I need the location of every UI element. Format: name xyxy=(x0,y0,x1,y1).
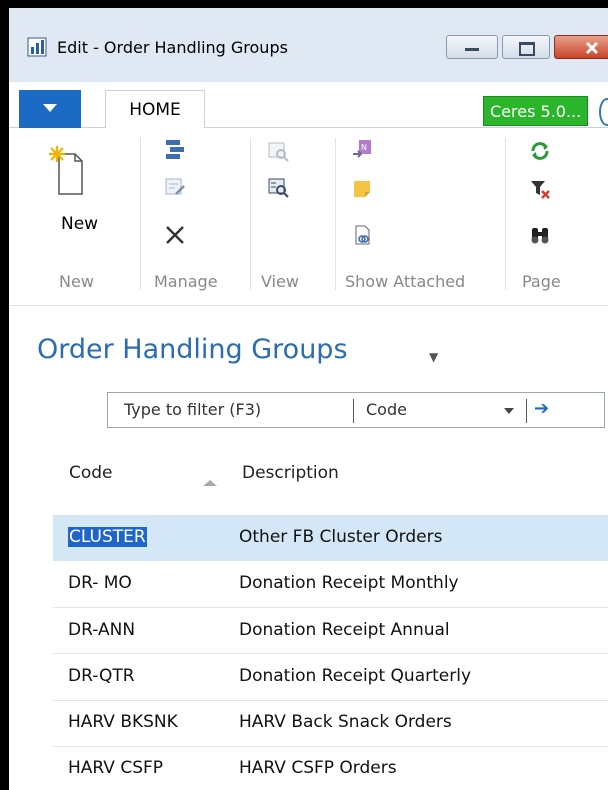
edit-icon[interactable] xyxy=(164,176,186,198)
cell-code[interactable]: DR- MO xyxy=(68,573,132,593)
links-icon[interactable] xyxy=(351,224,373,246)
group-label-manage: Manage xyxy=(154,272,218,291)
table-row[interactable]: CLUSTER Other FB Cluster Orders xyxy=(53,515,608,561)
arrow-right-icon[interactable]: ➔ xyxy=(534,398,549,419)
cell-description[interactable]: Donation Receipt Annual xyxy=(239,620,450,640)
new-button-label[interactable]: New xyxy=(61,214,98,234)
cell-description[interactable]: HARV Back Snack Orders xyxy=(239,712,452,732)
app-icon xyxy=(27,37,47,57)
cell-code[interactable]: HARV BKSNK xyxy=(68,712,178,732)
column-header-description[interactable]: Description xyxy=(242,463,339,483)
window-title: Edit - Order Handling Groups xyxy=(57,38,288,57)
delete-icon[interactable] xyxy=(164,224,186,246)
tab-home[interactable]: HOME xyxy=(105,90,205,128)
chevron-down-icon[interactable]: ▼ xyxy=(429,350,438,364)
column-header-code[interactable]: Code xyxy=(69,463,113,483)
new-document-icon[interactable] xyxy=(49,144,85,196)
group-label-show-attached: Show Attached xyxy=(345,272,466,291)
refresh-icon[interactable] xyxy=(529,140,551,162)
divider xyxy=(526,399,527,423)
group-label-page: Page xyxy=(522,272,561,291)
divider xyxy=(140,138,141,290)
table-row[interactable]: DR-QTR Donation Receipt Quarterly xyxy=(53,654,608,700)
cell-code[interactable]: CLUSTER xyxy=(68,527,147,547)
maximize-button[interactable] xyxy=(502,35,550,59)
divider xyxy=(505,138,506,290)
table-row[interactable]: DR- MO Donation Receipt Monthly xyxy=(53,561,608,607)
company-badge-label: Ceres 5.0... xyxy=(490,101,582,121)
company-badge[interactable]: Ceres 5.0... xyxy=(483,96,589,126)
svg-text:N: N xyxy=(361,143,367,152)
cell-description[interactable]: HARV CSFP Orders xyxy=(239,758,397,778)
help-icon[interactable] xyxy=(599,98,608,126)
table-row[interactable]: DR-ANN Donation Receipt Annual xyxy=(53,608,608,654)
cell-code[interactable]: DR-ANN xyxy=(68,620,135,640)
cell-description[interactable]: Donation Receipt Quarterly xyxy=(239,666,471,686)
onenote-icon[interactable]: N xyxy=(351,138,373,160)
clear-filter-icon[interactable] xyxy=(529,178,551,200)
notes-icon[interactable] xyxy=(351,178,373,200)
filter-field-select[interactable]: Code xyxy=(366,400,407,419)
table-row[interactable]: HARV BKSNK HARV Back Snack Orders xyxy=(53,700,608,746)
ribbon-tab-bar: HOME Ceres 5.0... xyxy=(9,82,608,128)
cell-description[interactable]: Other FB Cluster Orders xyxy=(239,527,442,547)
find-icon[interactable] xyxy=(529,224,551,246)
app-menu-button[interactable] xyxy=(19,90,81,128)
table-row[interactable]: HARV CSFP HARV CSFP Orders xyxy=(53,746,608,790)
divider xyxy=(250,138,251,290)
filter-input[interactable]: Type to filter (F3) xyxy=(124,400,261,419)
chevron-down-icon[interactable] xyxy=(504,408,514,414)
ribbon: New N New Manage View Show Attached Page xyxy=(9,128,608,306)
filter-bar: Type to filter (F3) Code ➔ xyxy=(107,392,605,428)
cell-code[interactable]: DR-QTR xyxy=(68,666,135,686)
edit-list-icon[interactable] xyxy=(164,138,186,160)
sort-ascending-icon xyxy=(203,480,217,486)
maximize-icon xyxy=(519,42,535,56)
group-label-new: New xyxy=(59,272,94,291)
minimize-icon xyxy=(465,48,479,51)
app-window: Edit - Order Handling Groups HOME Ceres … xyxy=(9,8,608,790)
cell-code[interactable]: HARV CSFP xyxy=(68,758,163,778)
chevron-down-icon xyxy=(43,104,57,112)
minimize-button[interactable] xyxy=(446,35,498,59)
view-icon[interactable] xyxy=(267,140,289,162)
group-label-view: View xyxy=(261,272,299,291)
tab-home-label: HOME xyxy=(129,99,181,120)
divider xyxy=(353,399,354,423)
close-icon xyxy=(585,41,599,55)
close-button[interactable] xyxy=(554,35,608,59)
page-title: Order Handling Groups xyxy=(37,334,348,365)
divider xyxy=(335,138,336,290)
cell-code-text[interactable]: CLUSTER xyxy=(68,527,147,547)
view-list-icon[interactable] xyxy=(267,176,289,198)
cell-description[interactable]: Donation Receipt Monthly xyxy=(239,573,459,593)
title-bar: Edit - Order Handling Groups xyxy=(9,8,608,82)
